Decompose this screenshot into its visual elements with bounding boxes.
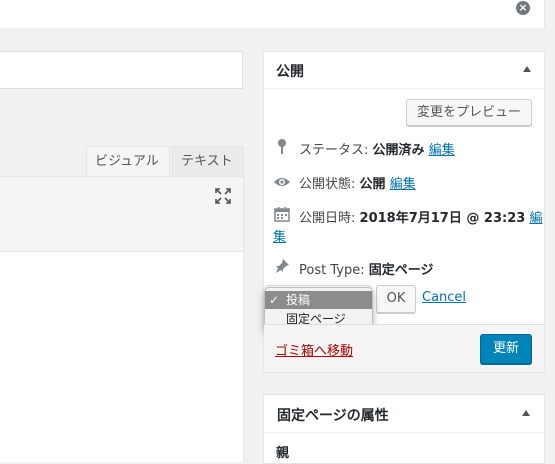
page-attributes-box: 固定ページの属性	[263, 394, 545, 464]
collapse-arrow-icon[interactable]	[522, 410, 530, 416]
dropdown-option-label: 投稿	[286, 293, 311, 307]
edit-status-link[interactable]: 編集	[429, 143, 455, 158]
pin-icon	[273, 138, 291, 158]
publish-box-title: 公開	[276, 64, 304, 80]
thumbtack-icon	[273, 258, 291, 278]
eye-icon	[273, 176, 291, 192]
editor-tabs: ビジュアル テキスト	[0, 146, 244, 176]
edit-visibility-link[interactable]: 編集	[390, 177, 416, 192]
cancel-link[interactable]: Cancel	[422, 290, 466, 305]
dropdown-option-post[interactable]: ✓ 投稿	[265, 291, 372, 309]
visibility-label: 公開状態:	[299, 177, 356, 192]
post-type-row: Post Type: 固定ページ	[273, 258, 433, 278]
preview-changes-button[interactable]: 変更をプレビュー	[406, 99, 532, 126]
visibility-value: 公開	[359, 177, 386, 192]
top-notice-bar	[0, 0, 545, 28]
update-button[interactable]: 更新	[480, 334, 532, 364]
publish-date-label: 公開日時:	[299, 211, 356, 226]
fullscreen-icon[interactable]	[214, 187, 232, 205]
edit-date-link-part1[interactable]: 編	[529, 211, 542, 226]
editor-content-area[interactable]	[0, 252, 244, 462]
divider	[264, 432, 544, 433]
tab-text[interactable]: テキスト	[172, 146, 244, 176]
title-input[interactable]	[0, 51, 243, 89]
ok-button[interactable]: OK	[376, 285, 416, 313]
move-to-trash-link[interactable]: ゴミ箱へ移動	[275, 340, 353, 359]
publish-date-value: 2018年7月17日 @ 23:23	[359, 211, 526, 226]
tab-visual[interactable]: ビジュアル	[86, 146, 170, 176]
status-row: ステータス: 公開済み 編集	[273, 138, 455, 158]
status-label: ステータス:	[299, 143, 369, 158]
status-value: 公開済み	[372, 143, 425, 158]
edit-date-link-part2[interactable]: 集	[273, 230, 286, 245]
checkmark-icon: ✓	[269, 293, 280, 307]
page-attributes-title: 固定ページの属性	[277, 408, 389, 424]
collapse-arrow-icon[interactable]	[523, 66, 531, 72]
calendar-icon	[273, 206, 291, 226]
editor-toolbar	[0, 176, 244, 252]
post-type-label: Post Type:	[299, 263, 365, 278]
publish-date-row: 公開日時: 2018年7月17日 @ 23:23 編	[273, 206, 542, 226]
publish-box-header[interactable]: 公開	[263, 51, 545, 89]
visibility-row: 公開状態: 公開 編集	[273, 173, 416, 192]
post-type-value: 固定ページ	[368, 263, 434, 278]
close-icon[interactable]: ×	[516, 1, 530, 15]
date-edit-wrap: 集	[273, 226, 286, 245]
